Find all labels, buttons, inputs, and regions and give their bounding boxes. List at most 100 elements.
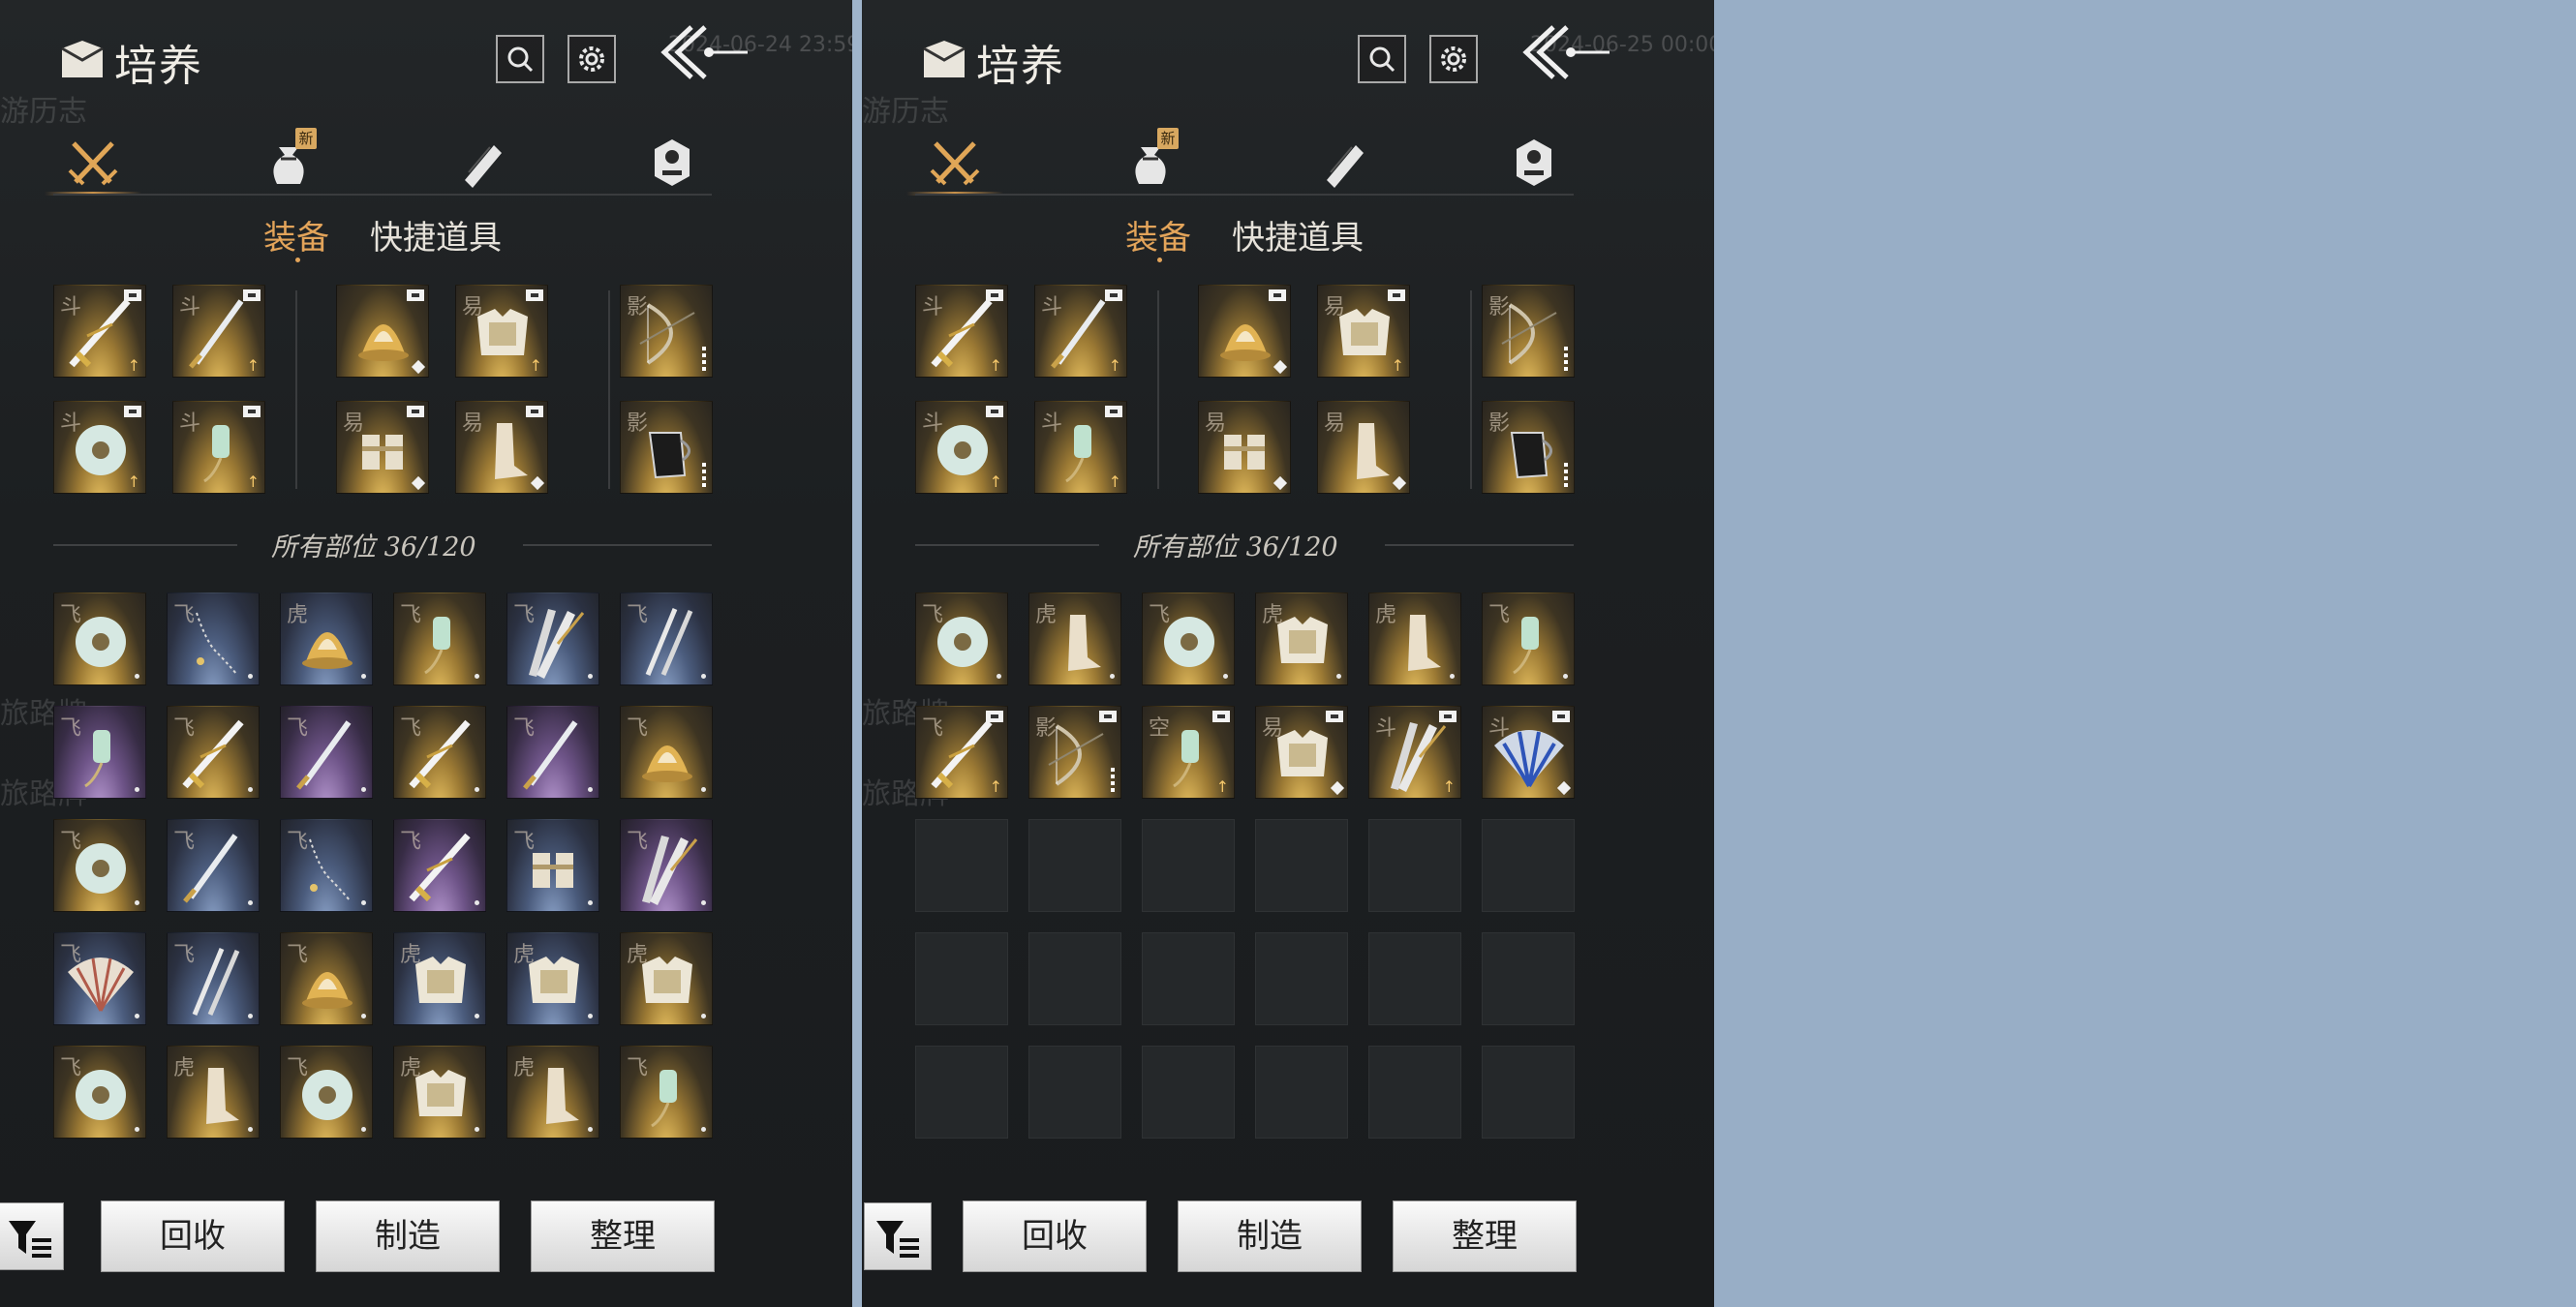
inventory-slot-blade[interactable]: 飞 [280, 706, 373, 799]
scroll-icon[interactable] [451, 134, 509, 192]
sort-button[interactable]: 整理 [1393, 1201, 1577, 1272]
equipped-slot-jade[interactable]: 斗 ↑ [53, 401, 146, 494]
inventory-slot-blade[interactable]: 飞 [167, 819, 260, 912]
inventory-slot-boots[interactable]: 虎 [167, 1046, 260, 1139]
empty-inventory-slot[interactable] [915, 819, 1008, 912]
settings-button[interactable] [567, 35, 616, 83]
equipped-slot-blade[interactable]: 斗 ↑ [172, 285, 265, 378]
equipped-slot-bow[interactable]: 影 [620, 285, 713, 378]
inventory-slot-gauntlet[interactable]: 飞 [506, 819, 599, 912]
empty-inventory-slot[interactable] [1482, 819, 1575, 912]
subtab-quick-items[interactable]: 快捷道具 [1232, 211, 1364, 258]
empty-inventory-slot[interactable] [915, 932, 1008, 1025]
recycle-button[interactable]: 回收 [963, 1201, 1147, 1272]
subtab-equipment[interactable]: 装备 [1125, 211, 1191, 258]
equipped-slot-quiver[interactable]: 影 [1482, 401, 1575, 494]
inventory-slot-armor[interactable]: 虎 [1255, 593, 1348, 685]
empty-inventory-slot[interactable] [1142, 932, 1235, 1025]
inventory-slot-chain[interactable]: 飞 [280, 819, 373, 912]
inventory-slot-hat[interactable]: 飞 [280, 932, 373, 1025]
search-button[interactable] [496, 35, 544, 83]
back-arrow-icon[interactable] [655, 21, 751, 89]
filter-button[interactable] [0, 1202, 64, 1270]
empty-inventory-slot[interactable] [1142, 1046, 1235, 1139]
inventory-slot-armor[interactable]: 虎 [620, 932, 713, 1025]
inventory-slot-pendant[interactable]: 飞 [53, 706, 146, 799]
craft-button[interactable]: 制造 [1178, 1201, 1362, 1272]
inventory-slot-bow[interactable]: 影 [1028, 706, 1121, 799]
empty-inventory-slot[interactable] [1028, 1046, 1121, 1139]
equipped-slot-quiver[interactable]: 影 [620, 401, 713, 494]
settings-button[interactable] [1429, 35, 1478, 83]
inventory-slot-jade[interactable]: 飞 [53, 593, 146, 685]
inventory-slot-pendant[interactable]: 飞 [620, 1046, 713, 1139]
token-icon[interactable] [1505, 134, 1563, 192]
empty-inventory-slot[interactable] [1142, 819, 1235, 912]
empty-inventory-slot[interactable] [1028, 819, 1121, 912]
empty-inventory-slot[interactable] [915, 1046, 1008, 1139]
inventory-slot-jade[interactable]: 飞 [1142, 593, 1235, 685]
equipped-slot-armor[interactable]: 易 ↑ [455, 285, 548, 378]
empty-inventory-slot[interactable] [1368, 1046, 1461, 1139]
inventory-slot-jade[interactable]: 飞 [915, 593, 1008, 685]
crossed-swords-icon[interactable] [926, 134, 984, 192]
subtab-equipment[interactable]: 装备 [263, 211, 329, 258]
empty-inventory-slot[interactable] [1028, 932, 1121, 1025]
inventory-slot-sword[interactable]: 飞 ↑ [915, 706, 1008, 799]
inventory-slot-boots[interactable]: 虎 [506, 1046, 599, 1139]
search-button[interactable] [1358, 35, 1406, 83]
equipped-slot-hat[interactable] [1198, 285, 1291, 378]
empty-inventory-slot[interactable] [1482, 1046, 1575, 1139]
equipped-slot-boots[interactable]: 易 [1317, 401, 1410, 494]
token-icon[interactable] [643, 134, 701, 192]
inventory-slot-sword[interactable]: 飞 [393, 819, 486, 912]
inventory-slot-sword[interactable]: 飞 [393, 706, 486, 799]
equipped-slot-jade[interactable]: 斗 ↑ [915, 401, 1008, 494]
inventory-slot-armor[interactable]: 虎 [393, 932, 486, 1025]
inventory-slot-fan[interactable]: 斗 ↑ [1368, 706, 1461, 799]
recycle-button[interactable]: 回收 [101, 1201, 285, 1272]
equipped-slot-bow[interactable]: 影 [1482, 285, 1575, 378]
empty-inventory-slot[interactable] [1255, 819, 1348, 912]
crossed-swords-icon[interactable] [64, 134, 122, 192]
inventory-slot-fan[interactable]: 飞 [620, 819, 713, 912]
filter-button[interactable] [864, 1202, 932, 1270]
inventory-slot-hat[interactable]: 飞 [620, 706, 713, 799]
equipped-slot-pendant[interactable]: 斗 ↑ [172, 401, 265, 494]
inventory-slot-boots[interactable]: 虎 [1368, 593, 1461, 685]
empty-inventory-slot[interactable] [1368, 819, 1461, 912]
equipped-slot-boots[interactable]: 易 [455, 401, 548, 494]
inventory-slot-fanblue[interactable]: 斗 [1482, 706, 1575, 799]
empty-inventory-slot[interactable] [1255, 1046, 1348, 1139]
inventory-slot-twinblade[interactable]: 飞 [620, 593, 713, 685]
equipped-slot-gauntlet[interactable]: 易 [336, 401, 429, 494]
sort-button[interactable]: 整理 [531, 1201, 715, 1272]
inventory-slot-boots[interactable]: 虎 [1028, 593, 1121, 685]
inventory-slot-jade[interactable]: 飞 [280, 1046, 373, 1139]
equipped-slot-hat[interactable] [336, 285, 429, 378]
inventory-slot-twinblade[interactable]: 飞 [167, 932, 260, 1025]
back-arrow-icon[interactable] [1517, 21, 1613, 89]
inventory-slot-blade[interactable]: 飞 [506, 706, 599, 799]
inventory-slot-pendant[interactable]: 空 ↑ [1142, 706, 1235, 799]
inventory-slot-jade[interactable]: 飞 [53, 819, 146, 912]
craft-button[interactable]: 制造 [316, 1201, 500, 1272]
inventory-slot-armor[interactable]: 虎 [393, 1046, 486, 1139]
inventory-slot-chain[interactable]: 飞 [167, 593, 260, 685]
equipped-slot-sword[interactable]: 斗 ↑ [915, 285, 1008, 378]
inventory-slot-pendant[interactable]: 飞 [1482, 593, 1575, 685]
inventory-slot-jade[interactable]: 飞 [53, 1046, 146, 1139]
inventory-slot-sword[interactable]: 飞 [167, 706, 260, 799]
equipped-slot-pendant[interactable]: 斗 ↑ [1034, 401, 1127, 494]
empty-inventory-slot[interactable] [1368, 932, 1461, 1025]
scroll-icon[interactable] [1313, 134, 1371, 192]
inventory-slot-armor[interactable]: 虎 [506, 932, 599, 1025]
inventory-slot-armor[interactable]: 易 [1255, 706, 1348, 799]
equipped-slot-armor[interactable]: 易 ↑ [1317, 285, 1410, 378]
empty-inventory-slot[interactable] [1255, 932, 1348, 1025]
subtab-quick-items[interactable]: 快捷道具 [370, 211, 502, 258]
empty-inventory-slot[interactable] [1482, 932, 1575, 1025]
equipped-slot-gauntlet[interactable]: 易 [1198, 401, 1291, 494]
inventory-slot-fanred[interactable]: 飞 [53, 932, 146, 1025]
inventory-slot-fan[interactable]: 飞 [506, 593, 599, 685]
